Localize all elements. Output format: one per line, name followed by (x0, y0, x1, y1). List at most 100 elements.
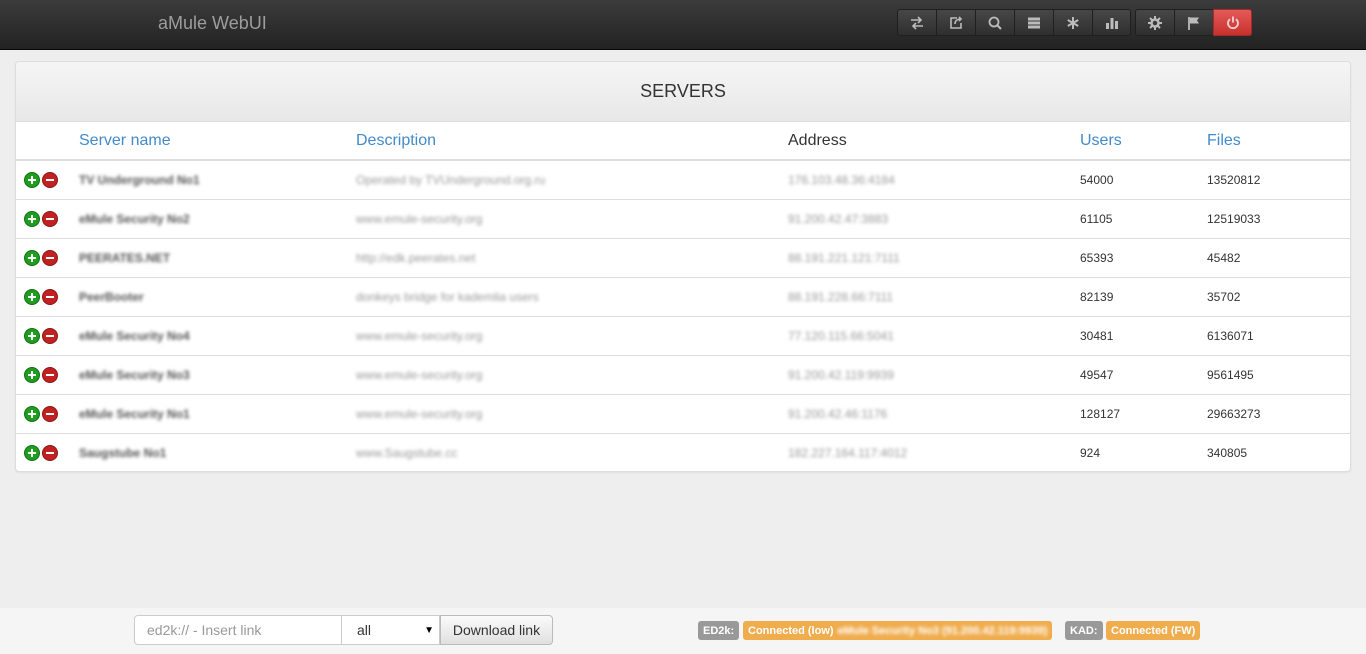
shared-files-button[interactable] (936, 9, 975, 36)
row-actions (16, 238, 79, 278)
server-name-header[interactable]: Server name (79, 122, 356, 161)
caret-down-icon: ▼ (424, 625, 434, 636)
description-cell: http://edk.peerates.net (356, 238, 788, 278)
transfers-icon (911, 15, 923, 30)
table-row: eMule Security No2 www.emule-security.org… (16, 199, 1350, 239)
panel-heading: SERVERS (16, 62, 1350, 122)
table-row: Saugstube No1 www.Saugstube.cc 182.227.164… (16, 433, 1350, 471)
description-header[interactable]: Description (356, 122, 788, 161)
connect-server-icon[interactable] (24, 366, 40, 383)
users-cell: 61105 (1080, 199, 1207, 239)
remove-server-icon[interactable] (42, 288, 58, 305)
connect-server-icon[interactable] (24, 405, 40, 422)
description-cell: Operated by TVUnderground.org.ru (356, 160, 788, 200)
app-brand[interactable]: aMule WebUI (158, 13, 267, 34)
address-cell: 88.191.221.121:7111 (788, 238, 1080, 278)
server-name-cell: PeerBooter (79, 277, 356, 317)
top-navbar: aMule WebUI (0, 0, 1366, 50)
server-name-cell: eMule Security No2 (79, 199, 356, 239)
users-cell: 49547 (1080, 355, 1207, 395)
servers-panel: SERVERS Server name Description Address … (15, 61, 1351, 472)
table-row: eMule Security No3 www.emule-security.org… (16, 355, 1350, 395)
connect-server-icon[interactable] (24, 327, 40, 344)
ed2k-label: ED2k: (698, 621, 740, 640)
logout-button[interactable] (1213, 9, 1252, 36)
remove-server-icon[interactable] (42, 405, 58, 422)
server-name-cell: PEERATES.NET (79, 238, 356, 278)
remove-server-icon[interactable] (42, 366, 58, 383)
row-actions (16, 433, 79, 471)
address-header: Address (788, 122, 1080, 161)
ed2k-server-text: eMule Security No3 (91.200.42.119:9939) (837, 624, 1048, 637)
address-cell: 77.120.115.66:5041 (788, 316, 1080, 356)
download-link-button[interactable]: Download link (440, 615, 553, 645)
row-actions (16, 355, 79, 395)
server-name-cell: Saugstube No1 (79, 445, 167, 460)
description-cell: www.emule-security.org (356, 355, 788, 395)
page-title: SERVERS (640, 81, 726, 101)
row-actions (16, 160, 79, 200)
files-cell: 6136071 (1207, 316, 1350, 356)
remove-server-icon[interactable] (42, 210, 58, 227)
shared-icon (950, 15, 963, 29)
connect-server-icon[interactable] (24, 249, 40, 266)
footer-bar: all ▼ Download link ED2k: Connected (low… (0, 608, 1366, 654)
connect-server-icon[interactable] (24, 444, 40, 461)
address-cell: 91.200.42.119:9939 (788, 355, 1080, 395)
files-cell: 35702 (1207, 277, 1350, 317)
transfers-button[interactable] (897, 9, 936, 36)
address-cell: 91.200.42.47:3883 (788, 199, 1080, 239)
files-header[interactable]: Files (1207, 122, 1350, 161)
ed2k-status-text: Connected (low) (748, 624, 834, 637)
category-select[interactable]: all ▼ (341, 615, 440, 645)
server-name-cell: eMule Security No4 (79, 316, 356, 356)
table-row: eMule Security No4 www.emule-security.org… (16, 316, 1350, 356)
statistics-button[interactable] (1092, 9, 1131, 36)
power-icon (1226, 16, 1239, 29)
flag-icon (1188, 16, 1199, 30)
connect-server-icon[interactable] (24, 288, 40, 305)
remove-server-icon[interactable] (42, 249, 58, 266)
gear-icon (1148, 15, 1162, 30)
nav-button-group (897, 9, 1131, 36)
files-cell: 9561495 (1207, 355, 1350, 395)
address-cell: 176.103.48.36:4184 (788, 160, 1080, 200)
actions-header (16, 122, 79, 161)
remove-server-icon[interactable] (42, 327, 58, 344)
ed2k-link-input[interactable] (134, 615, 342, 645)
row-actions (16, 199, 79, 239)
description-cell: www.emule-security.org (356, 316, 788, 356)
description-cell: www.Saugstube.cc (356, 445, 458, 460)
kad-icon (1067, 16, 1079, 29)
log-button[interactable] (1174, 9, 1213, 36)
search-button[interactable] (975, 9, 1014, 36)
description-cell: donkeys bridge for kademlia users (356, 277, 788, 317)
kad-button[interactable] (1053, 9, 1092, 36)
remove-server-icon[interactable] (42, 171, 58, 188)
users-header[interactable]: Users (1080, 122, 1207, 161)
kad-label: KAD: (1065, 621, 1103, 640)
connect-server-icon[interactable] (24, 210, 40, 227)
kad-status-badge: Connected (FW) (1106, 621, 1201, 640)
servers-icon (1028, 17, 1040, 28)
servers-table: Server name Description Address Users Fi… (16, 122, 1350, 471)
connect-server-icon[interactable] (24, 171, 40, 188)
files-cell: 12519033 (1207, 199, 1350, 239)
server-name-cell: eMule Security No3 (79, 355, 356, 395)
table-row: TV Underground No1 Operated by TVUndergro… (16, 160, 1350, 200)
table-row: PEERATES.NET http://edk.peerates.net 88.19… (16, 238, 1350, 278)
search-icon (988, 16, 1002, 30)
server-name-cell: TV Underground No1 (79, 160, 356, 200)
ed2k-status-badge: Connected (low) eMule Security No3 (91.2… (743, 621, 1053, 640)
files-cell: 340805 (1207, 445, 1248, 460)
users-cell: 54000 (1080, 160, 1207, 200)
files-cell: 13520812 (1207, 160, 1350, 200)
main-toolbar (897, 9, 1256, 36)
description-cell: www.emule-security.org (356, 199, 788, 239)
remove-server-icon[interactable] (42, 444, 58, 461)
settings-button-group (1135, 9, 1252, 36)
users-cell: 128127 (1080, 394, 1207, 434)
files-cell: 45482 (1207, 238, 1350, 278)
servers-button[interactable] (1014, 9, 1053, 36)
settings-button[interactable] (1135, 9, 1174, 36)
